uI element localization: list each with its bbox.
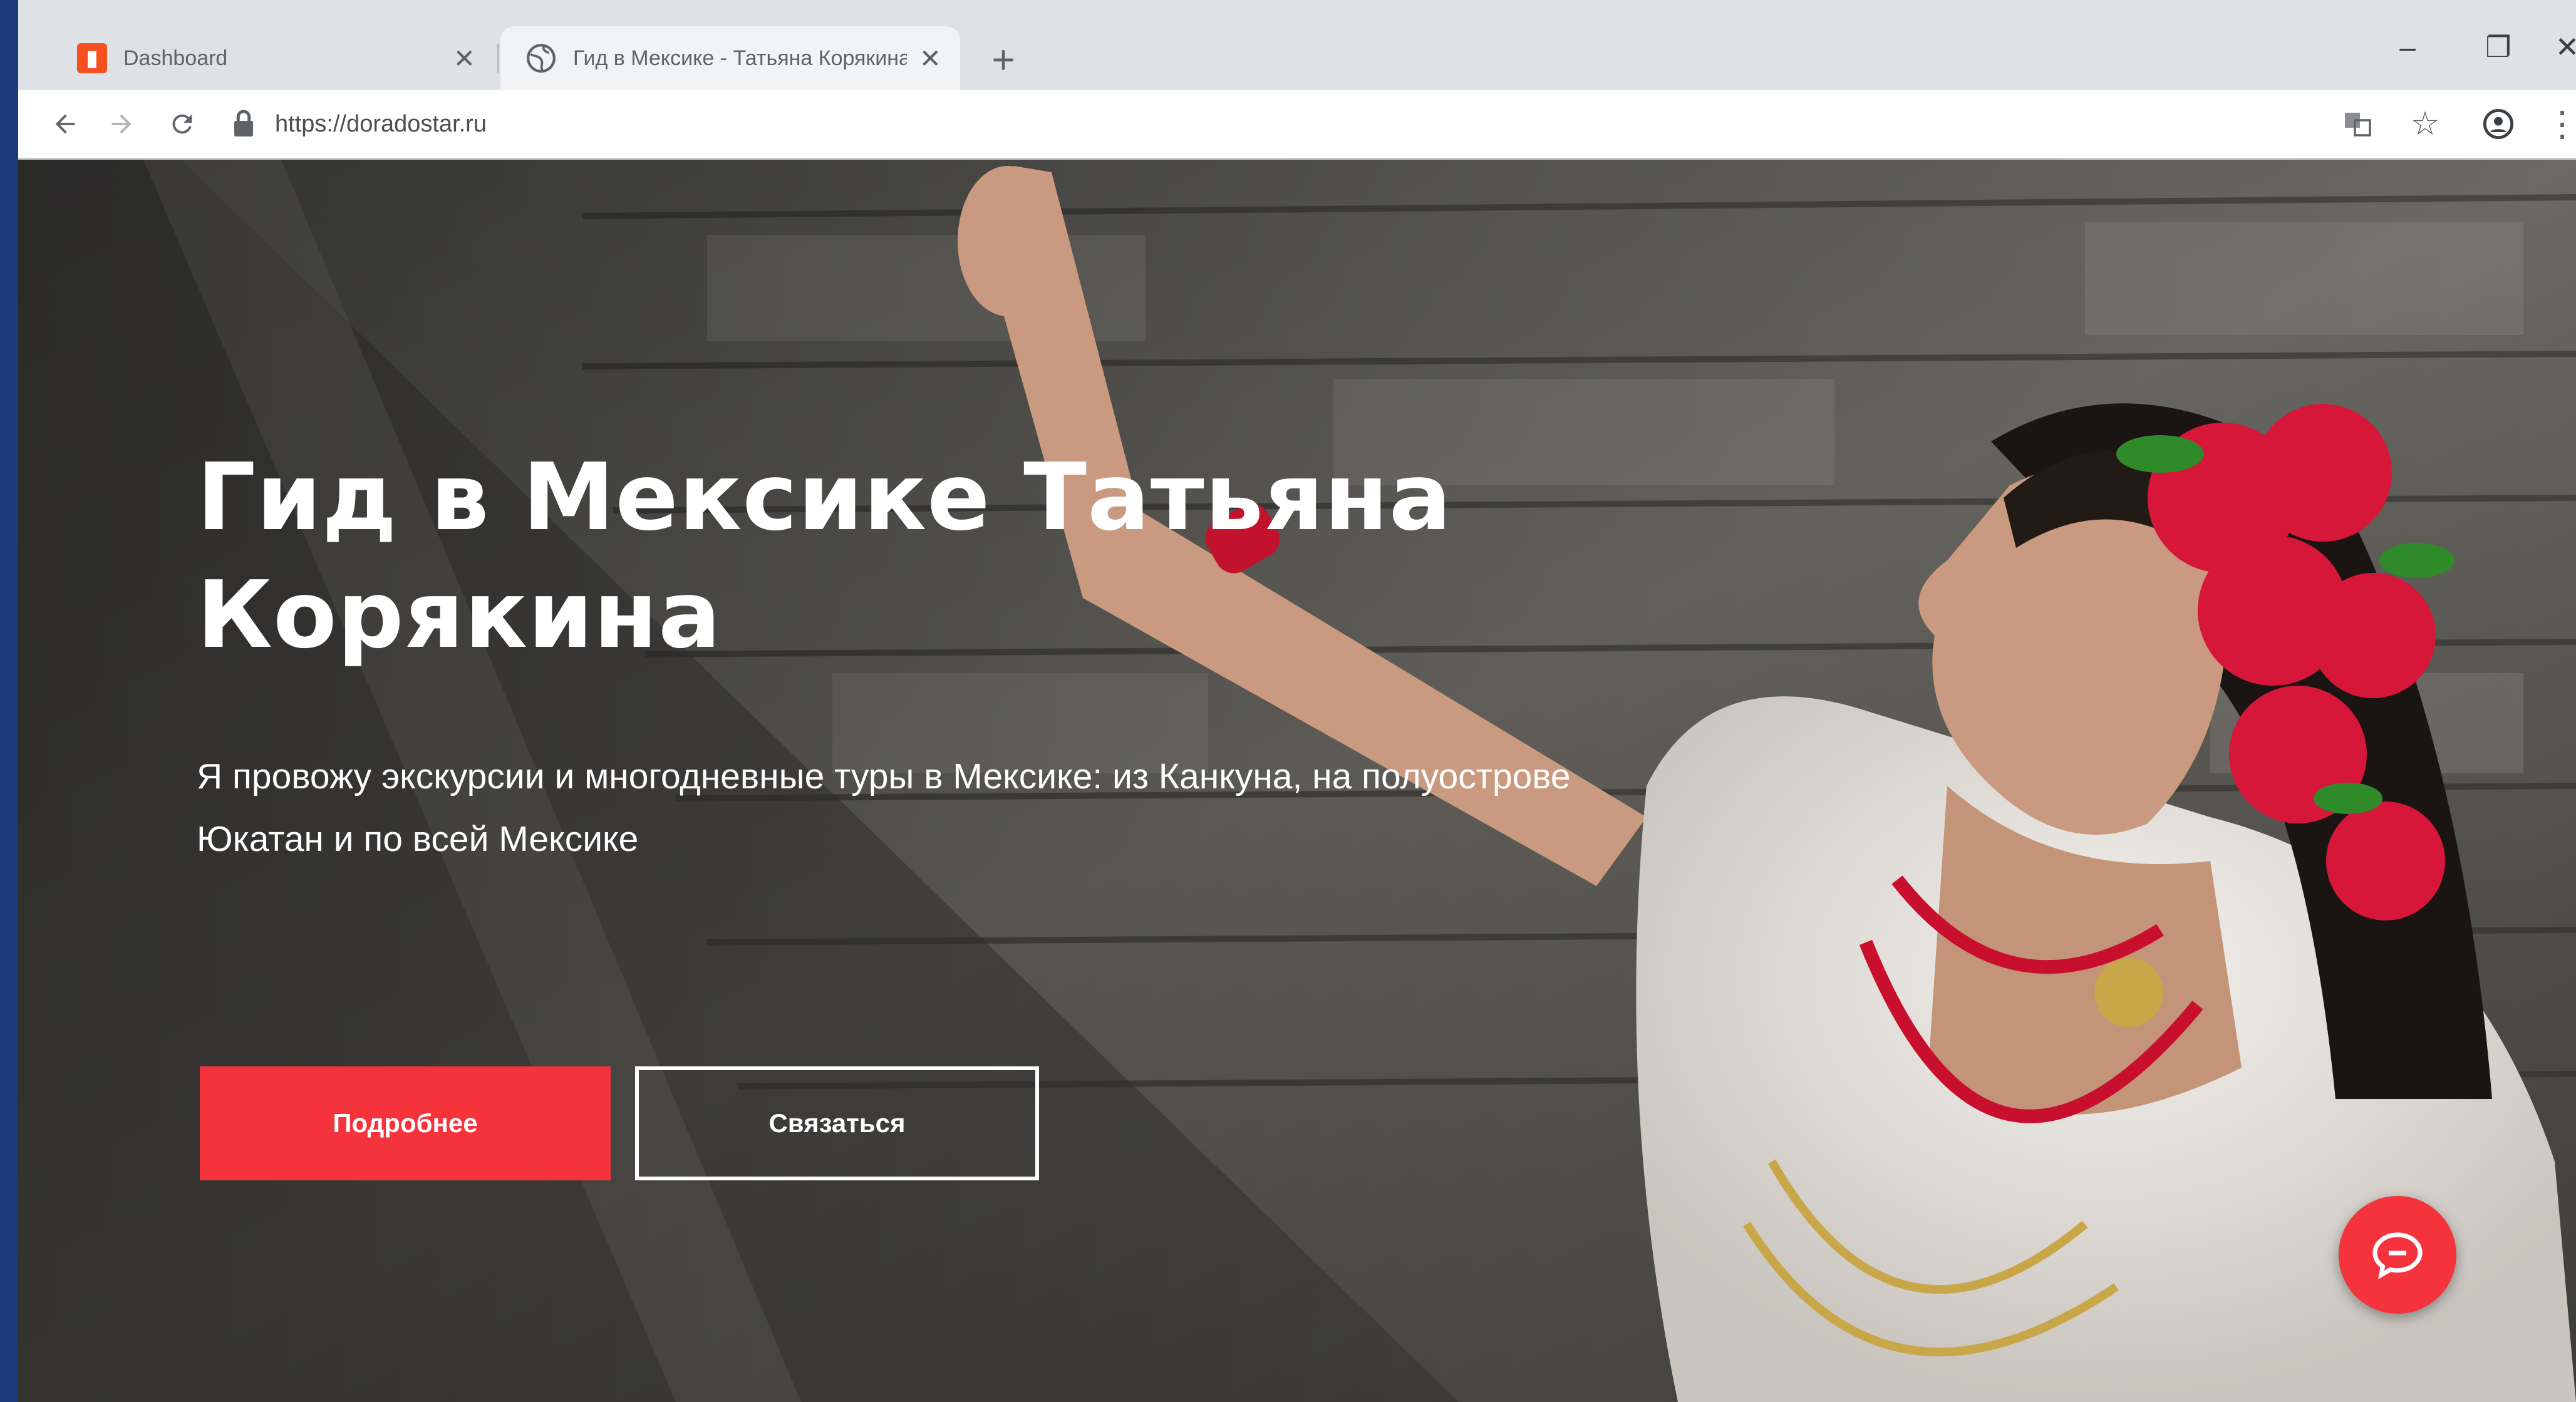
more-info-button[interactable]: Подробнее: [200, 1066, 611, 1180]
translate-icon: [2345, 113, 2371, 137]
reload-icon: [172, 114, 192, 134]
hero-title: Гид в Мексике Татьяна Корякина: [197, 443, 1452, 669]
dashboard-icon: ▮: [77, 43, 107, 73]
tab-separator: [497, 44, 499, 73]
back-button[interactable]: [40, 99, 90, 149]
globe-icon: [527, 44, 556, 73]
page-viewport: Гид в Мексике Татьяна Корякина Я провожу…: [18, 160, 2576, 1402]
hero-subtitle: Я провожу экскурсии и многодневные туры …: [197, 756, 1571, 859]
arrow-left-icon: [55, 114, 75, 134]
profile-icon: [2483, 108, 2514, 140]
hero-section: Гид в Мексике Татьяна Корякина Я провожу…: [18, 160, 2576, 1402]
browser-window: ▮ Dashboard ✕ Гид в Мексике - Татьяна Ко…: [18, 0, 2576, 1402]
forward-button[interactable]: [96, 99, 147, 149]
menu-icon[interactable]: ⋮: [2545, 99, 2576, 149]
tab-title: Dashboard: [123, 46, 228, 70]
close-icon[interactable]: ✕: [453, 43, 475, 74]
bookmark-star-icon[interactable]: ☆: [2400, 99, 2450, 149]
contact-button[interactable]: Связаться: [635, 1066, 1039, 1180]
minimize-button[interactable]: –: [2370, 25, 2445, 69]
profile-button[interactable]: [2473, 99, 2523, 149]
close-icon[interactable]: ✕: [919, 43, 941, 74]
window-close-button[interactable]: ✕: [2548, 25, 2576, 69]
new-tab-button[interactable]: +: [981, 37, 1025, 82]
tab-guide-mexico[interactable]: Гид в Мексике - Татьяна Корякина ✕: [500, 26, 960, 90]
tab-dashboard[interactable]: ▮ Dashboard ✕: [43, 26, 494, 90]
reload-button[interactable]: [157, 99, 207, 149]
chat-icon: [2372, 1232, 2423, 1280]
address-bar[interactable]: https://doradostar.ru: [231, 101, 2298, 147]
browser-toolbar: https://doradostar.ru ☆ ⋮: [18, 90, 2576, 160]
lock-icon: [234, 110, 253, 137]
chat-widget-button[interactable]: [2339, 1196, 2456, 1314]
url-text: https://doradostar.ru: [275, 110, 487, 137]
translate-button[interactable]: [2332, 99, 2382, 149]
tab-strip: ▮ Dashboard ✕ Гид в Мексике - Татьяна Ко…: [18, 0, 2576, 90]
maximize-button[interactable]: ❐: [2461, 25, 2536, 69]
tab-title: Гид в Мексике - Татьяна Корякина: [573, 46, 907, 70]
arrow-right-icon: [111, 114, 132, 134]
